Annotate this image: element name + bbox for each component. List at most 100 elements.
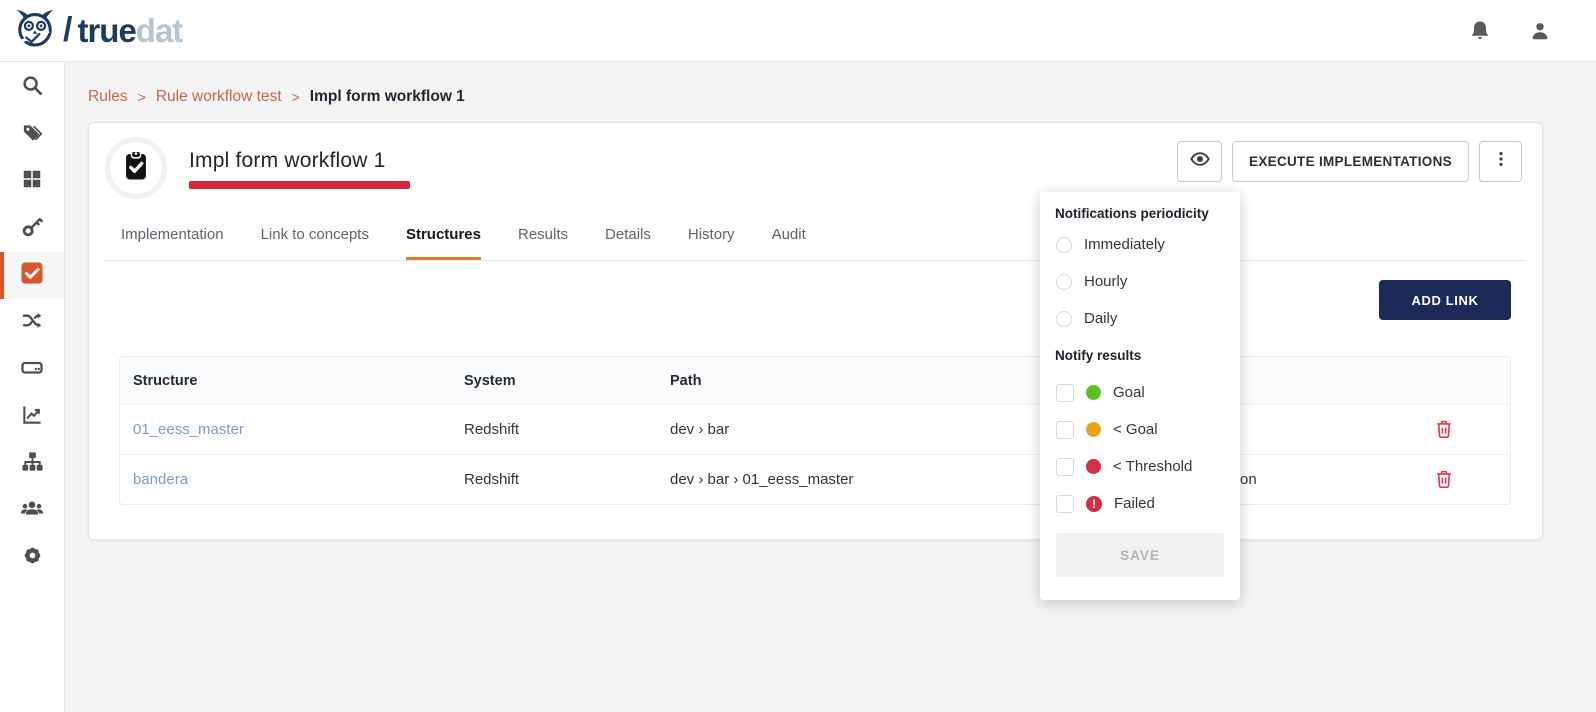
notifications-bell-icon[interactable]: [1468, 19, 1492, 43]
kebab-menu-icon: [1491, 149, 1511, 174]
tab-link-to-concepts[interactable]: Link to concepts: [261, 226, 369, 260]
check-square-icon: [20, 261, 44, 290]
clipboard-check-icon: [119, 149, 153, 188]
column-header-system: System: [451, 373, 657, 389]
search-icon: [21, 74, 44, 102]
trash-icon: [1433, 428, 1455, 443]
sidebar-item-grid[interactable]: [0, 158, 64, 205]
line-chart-icon: [21, 403, 44, 431]
truedat-logo[interactable]: / truedat: [14, 8, 182, 53]
option-label: Goal: [1113, 384, 1145, 401]
table-row: 01_eess_master Redshift dev › bar: [120, 404, 1510, 454]
notify-result-failed[interactable]: ! Failed: [1040, 485, 1240, 522]
shuffle-icon: [21, 309, 44, 337]
title-block: Impl form workflow 1: [189, 137, 410, 199]
periodicity-option-immediately[interactable]: Immediately: [1040, 226, 1240, 263]
users-group-icon: [20, 496, 44, 525]
delete-link-button[interactable]: [1432, 418, 1456, 442]
structure-link[interactable]: 01_eess_master: [133, 421, 244, 438]
sidebar-item-chart[interactable]: [0, 393, 64, 440]
option-label: Immediately: [1084, 236, 1165, 253]
notify-result-below-threshold[interactable]: < Threshold: [1040, 448, 1240, 485]
logo-text-primary: true: [77, 12, 135, 49]
preview-eye-button[interactable]: [1177, 141, 1222, 182]
title-underline-bar: [189, 181, 410, 189]
option-label: Hourly: [1084, 273, 1127, 290]
breadcrumb-separator: >: [138, 89, 146, 105]
gear-icon: [21, 544, 44, 572]
execute-implementations-button[interactable]: EXECUTE IMPLEMENTATIONS: [1232, 141, 1469, 182]
eye-icon: [1189, 148, 1211, 175]
notify-result-goal[interactable]: Goal: [1040, 374, 1240, 411]
logo-text-secondary: dat: [136, 12, 183, 49]
structures-table: Structure System Path 01_eess_master Red…: [119, 356, 1511, 505]
top-header: / truedat: [0, 0, 1596, 62]
system-cell: Redshift: [451, 471, 657, 488]
checkbox-unchecked-icon[interactable]: [1056, 421, 1074, 439]
breadcrumb-separator: >: [292, 89, 300, 105]
tab-implementation[interactable]: Implementation: [121, 226, 224, 260]
tab-results[interactable]: Results: [518, 226, 568, 260]
system-cell: Redshift: [451, 421, 657, 438]
notify-result-below-goal[interactable]: < Goal: [1040, 411, 1240, 448]
option-label: < Goal: [1113, 421, 1158, 438]
sidebar-item-tags[interactable]: [0, 111, 64, 158]
periodicity-option-daily[interactable]: Daily: [1040, 300, 1240, 337]
tab-audit[interactable]: Audit: [772, 226, 806, 260]
hierarchy-sitemap-icon: [21, 450, 44, 478]
periodicity-option-hourly[interactable]: Hourly: [1040, 263, 1240, 300]
table-header-row: Structure System Path: [120, 357, 1510, 404]
breadcrumb-link-rules[interactable]: Rules: [88, 88, 128, 106]
sidebar-item-users[interactable]: [0, 487, 64, 534]
yellow-dot-icon: [1086, 422, 1101, 437]
sidebar-item-storage[interactable]: [0, 346, 64, 393]
add-link-button[interactable]: ADD LINK: [1379, 280, 1511, 320]
left-sidebar: [0, 62, 65, 712]
option-label: Daily: [1084, 310, 1117, 327]
notifications-popup: Notifications periodicity Immediately Ho…: [1040, 192, 1240, 600]
radio-unchecked-icon[interactable]: [1056, 274, 1072, 290]
user-profile-icon[interactable]: [1528, 19, 1552, 43]
tab-details[interactable]: Details: [605, 226, 651, 260]
notify-results-title: Notify results: [1040, 337, 1240, 374]
sidebar-item-shuffle[interactable]: [0, 299, 64, 346]
sidebar-item-search[interactable]: [0, 64, 64, 111]
card-actions: EXECUTE IMPLEMENTATIONS: [1177, 141, 1522, 182]
notifications-periodicity-title: Notifications periodicity: [1040, 202, 1240, 226]
partially-hidden-cell-text: on: [1227, 471, 1377, 488]
green-dot-icon: [1086, 385, 1101, 400]
owl-logo-icon: [14, 8, 56, 53]
trash-icon: [1433, 478, 1455, 493]
sidebar-item-settings[interactable]: [0, 534, 64, 581]
checkbox-unchecked-icon[interactable]: [1056, 458, 1074, 476]
page-title: Impl form workflow 1: [189, 149, 410, 173]
checkbox-unchecked-icon[interactable]: [1056, 495, 1074, 513]
delete-link-button[interactable]: [1432, 468, 1456, 492]
sidebar-item-hierarchy[interactable]: [0, 440, 64, 487]
sidebar-item-quality[interactable]: [0, 252, 64, 299]
save-button[interactable]: SAVE: [1056, 533, 1224, 577]
grid-icon: [21, 168, 43, 195]
structure-link[interactable]: bandera: [133, 471, 188, 488]
logo-slash: /: [63, 11, 72, 50]
more-options-kebab-button[interactable]: [1479, 141, 1522, 182]
checkbox-unchecked-icon[interactable]: [1056, 384, 1074, 402]
tab-structures[interactable]: Structures: [406, 226, 481, 260]
rule-avatar: [105, 137, 167, 199]
tags-icon: [21, 121, 44, 149]
header-actions: [1468, 19, 1552, 43]
option-label: Failed: [1114, 495, 1155, 512]
table-row: bandera Redshift dev › bar › 01_eess_mas…: [120, 454, 1510, 504]
breadcrumb: Rules > Rule workflow test > Impl form w…: [88, 88, 465, 106]
logo-text: truedat: [77, 14, 182, 47]
sidebar-item-key[interactable]: [0, 205, 64, 252]
radio-unchecked-icon[interactable]: [1056, 311, 1072, 327]
key-icon: [21, 215, 44, 243]
radio-unchecked-icon[interactable]: [1056, 237, 1072, 253]
tab-history[interactable]: History: [688, 226, 735, 260]
breadcrumb-link-rule-workflow-test[interactable]: Rule workflow test: [156, 88, 282, 106]
option-label: < Threshold: [1113, 458, 1192, 475]
rule-detail-card: Impl form workflow 1 EXECUTE IMPLEMENTAT…: [88, 122, 1543, 540]
exclamation-circle-icon: !: [1086, 496, 1102, 512]
storage-drive-icon: [20, 355, 44, 384]
